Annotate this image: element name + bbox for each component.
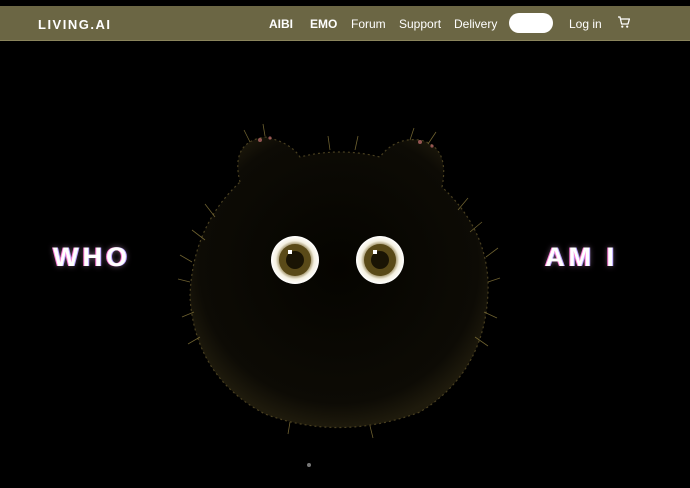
- nav-link-emo[interactable]: EMO: [310, 17, 337, 31]
- scroll-indicator: [307, 463, 311, 467]
- fluffy-creature-image: [177, 123, 501, 439]
- hero-text-who: WHO: [53, 242, 131, 272]
- login-link[interactable]: Log in: [569, 17, 602, 31]
- site-logo[interactable]: LIVING.AI: [38, 17, 111, 32]
- hero-section: WHO AM I: [0, 42, 690, 488]
- nav-link-support[interactable]: Support: [399, 17, 441, 31]
- cart-icon[interactable]: [617, 15, 631, 29]
- hero-text-am-i: AM I: [545, 242, 618, 272]
- nav-pill-button[interactable]: [509, 13, 553, 33]
- nav-link-forum[interactable]: Forum: [351, 17, 386, 31]
- nav-link-delivery[interactable]: Delivery: [454, 17, 497, 31]
- top-navbar: LIVING.AI AIBI EMO Forum Support Deliver…: [0, 6, 690, 41]
- nav-link-aibi[interactable]: AIBI: [269, 17, 293, 31]
